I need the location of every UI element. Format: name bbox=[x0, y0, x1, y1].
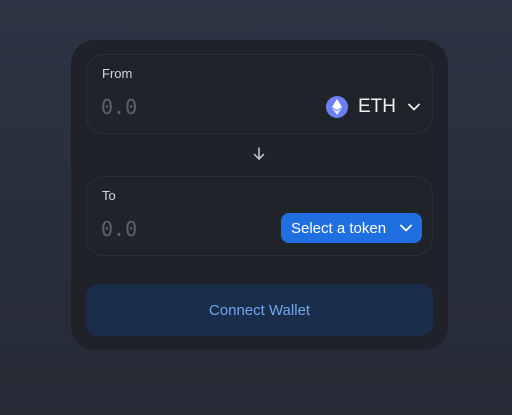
select-token-button[interactable]: Select a token bbox=[281, 213, 422, 243]
chevron-down-icon bbox=[408, 101, 420, 113]
connect-wallet-button[interactable]: Connect Wallet bbox=[86, 284, 433, 336]
swap-card: From ETH To Select a tok bbox=[71, 40, 448, 350]
ethereum-icon bbox=[326, 96, 348, 118]
from-token-select[interactable]: ETH bbox=[326, 93, 420, 121]
connect-wallet-label: Connect Wallet bbox=[208, 301, 311, 319]
chevron-down-icon bbox=[400, 222, 412, 234]
from-panel: From ETH bbox=[86, 54, 433, 134]
to-amount-input[interactable] bbox=[101, 215, 251, 243]
from-label: From bbox=[102, 66, 133, 81]
to-panel: To Select a token bbox=[86, 176, 433, 256]
select-token-label: Select a token bbox=[291, 219, 387, 237]
from-token-symbol: ETH bbox=[358, 96, 396, 117]
from-amount-input[interactable] bbox=[101, 93, 251, 121]
switch-direction-button[interactable] bbox=[252, 146, 266, 160]
arrow-down-icon bbox=[253, 146, 265, 160]
to-label: To bbox=[102, 188, 116, 203]
